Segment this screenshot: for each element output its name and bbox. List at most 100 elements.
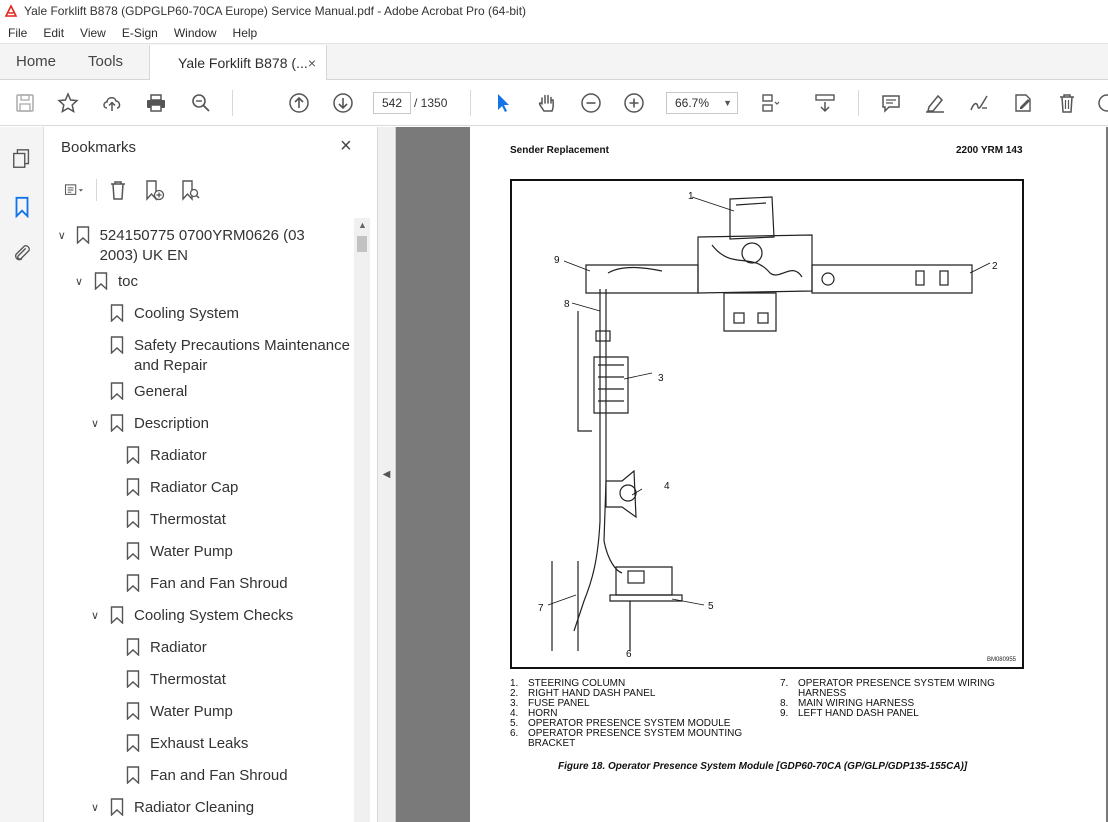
close-tab-icon[interactable]: ×	[308, 55, 316, 71]
menu-window[interactable]: Window	[166, 26, 225, 40]
scrollbar-thumb[interactable]	[357, 236, 367, 252]
document-viewer[interactable]: ◀ Sender Replacement 2200 YRM 143 1 2 3 …	[378, 127, 1108, 822]
callout-label: 6	[626, 649, 632, 660]
bookmark-item[interactable]: Water Pump	[126, 542, 233, 562]
menu-file[interactable]: File	[0, 26, 35, 40]
bookmark-label: Fan and Fan Shroud	[150, 767, 288, 784]
bookmark-item[interactable]: General	[110, 382, 187, 402]
legend-text: LEFT HAND DASH PANEL	[798, 708, 919, 719]
bookmark-icon	[126, 478, 140, 496]
bookmarks-icon[interactable]	[10, 195, 34, 219]
menu-esign[interactable]: E-Sign	[114, 26, 166, 40]
bookmark-item[interactable]: ∨ Cooling System Checks	[88, 606, 293, 626]
bookmark-icon	[126, 542, 140, 560]
scroll-up-icon[interactable]: ▲	[358, 220, 367, 230]
tab-tools[interactable]: Tools	[72, 44, 139, 79]
toolbar-separator	[232, 90, 233, 116]
bookmark-item[interactable]: Thermostat	[126, 510, 226, 530]
close-panel-icon[interactable]: ×	[340, 135, 352, 158]
menu-edit[interactable]: Edit	[35, 26, 72, 40]
attachments-icon[interactable]	[10, 241, 34, 265]
bookmark-label: Radiator Cap	[150, 479, 239, 496]
bookmark-item[interactable]: ∨ Description	[88, 414, 209, 434]
bookmarks-scrollbar[interactable]: ▲	[354, 218, 370, 822]
delete-bookmark-icon[interactable]	[103, 177, 133, 203]
bookmark-item[interactable]: Radiator	[126, 638, 207, 658]
toolbar-separator	[858, 90, 859, 116]
tab-document-label: Yale Forklift B878 (...	[178, 54, 308, 71]
tab-bar: Home Tools Yale Forklift B878 (... ×	[0, 44, 1108, 80]
bookmark-item[interactable]: ∨ 524150775 0700YRM0626 (03 2003) UK EN	[56, 226, 346, 266]
collapse-panel-icon[interactable]: ◀	[378, 127, 396, 822]
bookmark-item[interactable]: Fan and Fan Shroud	[126, 766, 288, 786]
bookmark-item[interactable]: Safety Precautions Maintenance and Repai…	[110, 336, 350, 376]
comment-icon[interactable]	[878, 90, 904, 116]
page-total: / 1350	[414, 96, 448, 110]
bookmark-icon	[110, 304, 124, 322]
zoom-out-icon[interactable]	[578, 90, 604, 116]
more-tools-icon[interactable]	[1094, 90, 1108, 116]
bookmark-label: Thermostat	[150, 671, 226, 688]
bookmark-options-icon[interactable]	[60, 177, 90, 203]
bookmarks-toolbar	[60, 177, 205, 203]
chevron-down-icon[interactable]: ∨	[88, 606, 102, 626]
previous-page-icon[interactable]	[286, 90, 312, 116]
new-bookmark-icon[interactable]	[139, 177, 169, 203]
pdf-page: Sender Replacement 2200 YRM 143 1 2 3 4 …	[470, 127, 1106, 822]
toolbar-separator	[96, 179, 97, 201]
page-header-left: Sender Replacement	[510, 145, 609, 156]
title-bar: Yale Forklift B878 (GDPGLP60-70CA Europe…	[0, 0, 1108, 22]
bookmark-icon	[126, 574, 140, 592]
delete-icon[interactable]	[1054, 90, 1080, 116]
star-icon[interactable]	[55, 90, 81, 116]
legend-item: 6. OPERATOR PRESENCE SYSTEM MOUNTING BRAC…	[510, 729, 760, 749]
zoom-in-icon[interactable]	[621, 90, 647, 116]
bookmark-item[interactable]: Water Pump	[126, 702, 233, 722]
menu-view[interactable]: View	[72, 26, 114, 40]
draw-sign-icon[interactable]	[966, 90, 992, 116]
bookmark-item[interactable]: Cooling System	[110, 304, 239, 324]
wiring-diagram-illustration: 1 2 3 4 5 6 7 8 9	[538, 191, 998, 660]
upload-cloud-icon[interactable]	[99, 90, 125, 116]
menu-help[interactable]: Help	[225, 26, 266, 40]
bookmark-label: Cooling System	[134, 305, 240, 322]
edit-text-icon[interactable]	[1010, 90, 1036, 116]
select-pointer-icon[interactable]	[490, 90, 516, 116]
chevron-down-icon[interactable]: ∨	[88, 798, 102, 818]
bookmark-icon	[126, 446, 140, 464]
hand-tool-icon[interactable]	[534, 90, 560, 116]
scroll-mode-icon[interactable]	[812, 90, 838, 116]
bookmark-item[interactable]: Exhaust Leaks	[126, 734, 248, 754]
navigation-rail	[0, 127, 44, 822]
bookmark-item[interactable]: Thermostat	[126, 670, 226, 690]
page-thumbnails-icon[interactable]	[10, 147, 34, 171]
page-number-input[interactable]: 542	[373, 92, 411, 114]
find-bookmark-icon[interactable]	[175, 177, 205, 203]
save-icon[interactable]	[12, 90, 38, 116]
chevron-down-icon[interactable]: ∨	[88, 414, 102, 434]
zoom-search-icon[interactable]	[188, 90, 214, 116]
bookmark-item[interactable]: Fan and Fan Shroud	[126, 574, 288, 594]
next-page-icon[interactable]	[330, 90, 356, 116]
page-display-icon[interactable]	[757, 90, 783, 116]
bookmark-item[interactable]: ∨ Radiator Cleaning	[88, 798, 254, 818]
legend-number: 7.	[780, 678, 789, 689]
toolbar-separator	[470, 90, 471, 116]
bookmark-item[interactable]: Radiator	[126, 446, 207, 466]
legend-item: 9. LEFT HAND DASH PANEL	[780, 709, 1030, 719]
callout-label: 5	[708, 601, 714, 612]
chevron-down-icon[interactable]: ∨	[72, 272, 86, 292]
zoom-select[interactable]: 66.7% ▼	[666, 92, 738, 114]
chevron-down-icon[interactable]: ∨	[56, 226, 68, 246]
bookmark-item[interactable]: ∨ toc	[72, 272, 138, 292]
acrobat-logo-icon	[4, 4, 18, 17]
bookmark-icon	[110, 382, 124, 400]
print-icon[interactable]	[143, 90, 169, 116]
window-title: Yale Forklift B878 (GDPGLP60-70CA Europe…	[24, 4, 527, 18]
bookmark-item[interactable]: Radiator Cap	[126, 478, 238, 498]
main-toolbar: 542 / 1350 66.7% ▼	[0, 80, 1108, 126]
tab-document[interactable]: Yale Forklift B878 (... ×	[149, 45, 328, 80]
highlight-pen-icon[interactable]	[922, 90, 948, 116]
tab-home[interactable]: Home	[0, 44, 72, 79]
bookmark-label: Radiator	[150, 639, 207, 656]
